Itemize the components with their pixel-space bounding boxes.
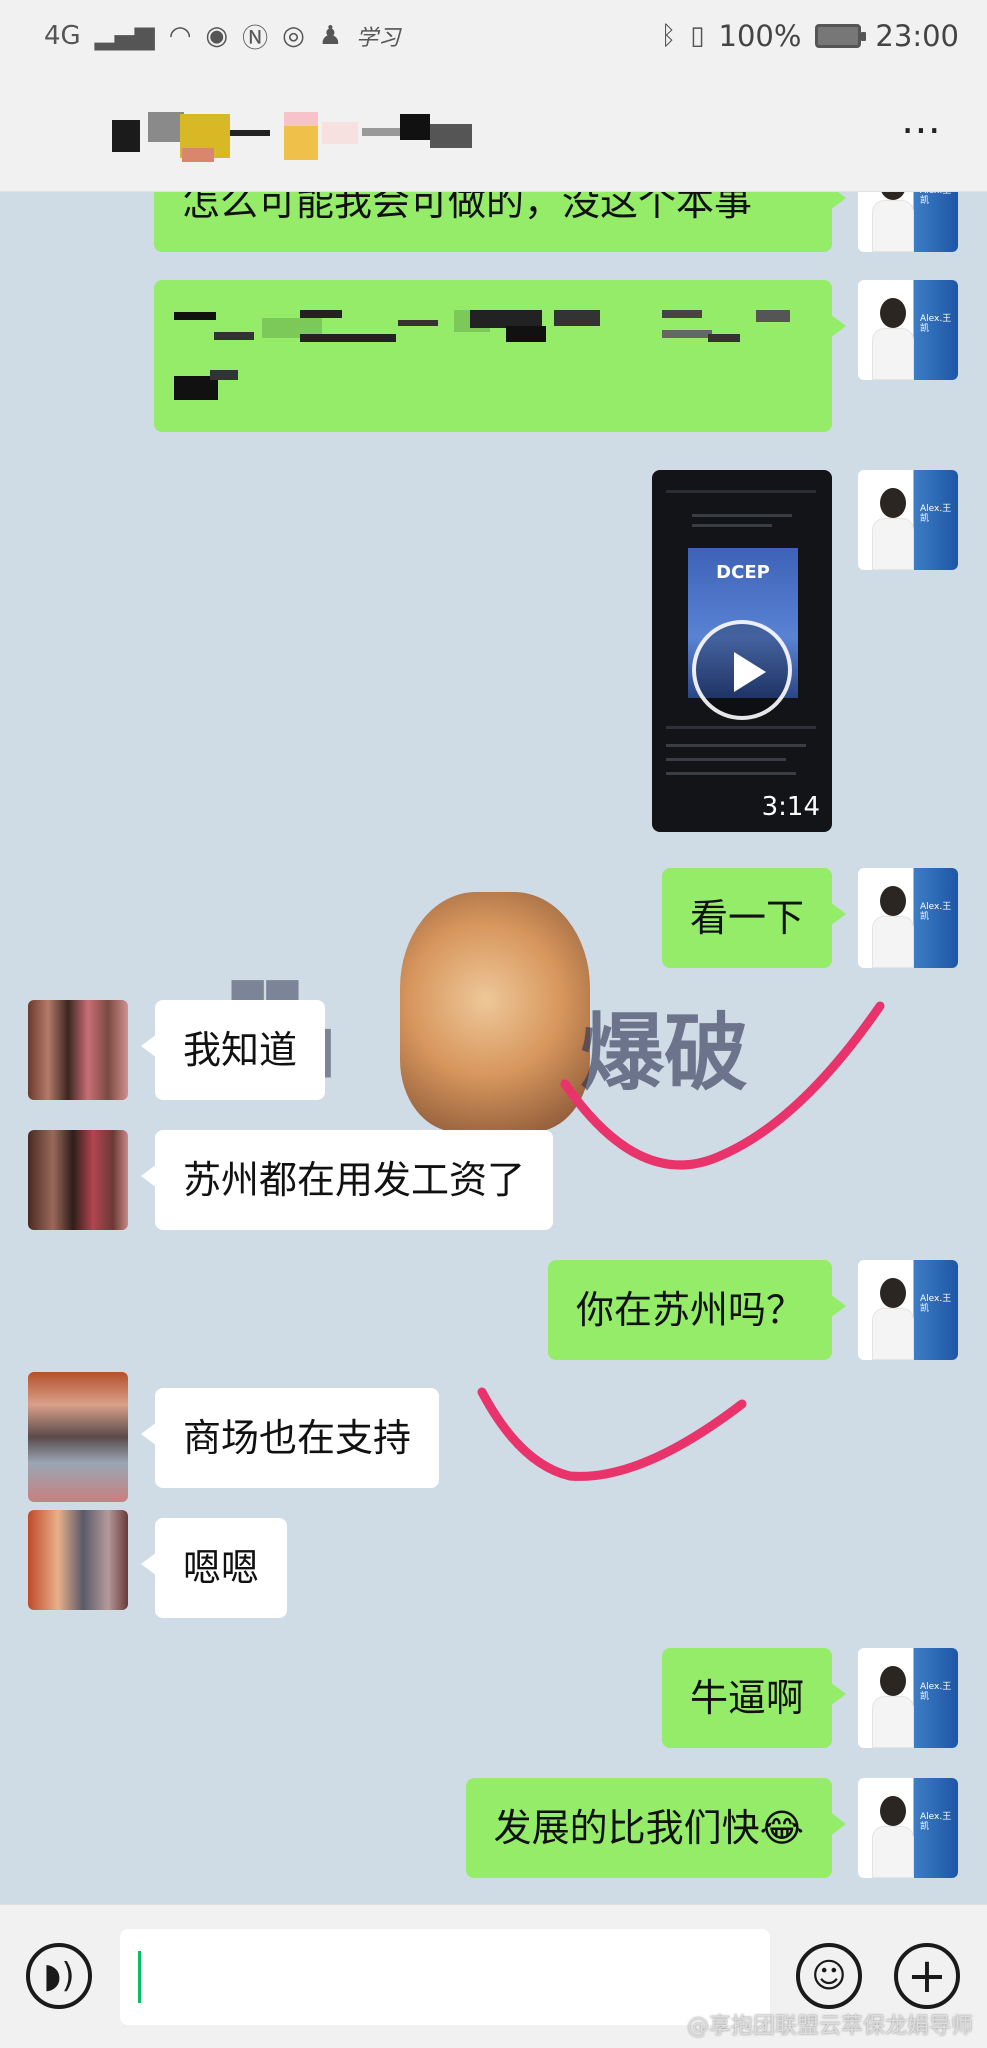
clock: 23:00 xyxy=(875,19,959,53)
more-options-icon[interactable]: ⋯ xyxy=(901,110,943,150)
eye-icon: ◉ xyxy=(205,21,229,51)
nfc-icon: Ⓝ xyxy=(242,23,269,54)
status-right: ᛒ ▯ 100% 23:00 xyxy=(661,19,959,53)
chat-history[interactable]: 怎么可能我会可做的，没这个本事 Alex.王凯 Alex.王凯 DCEP xyxy=(0,192,987,1904)
signal-icon: ▂▄▆ xyxy=(94,21,155,51)
emoji-icon[interactable]: ☺ xyxy=(796,1943,862,2009)
qq-icon: ♟ xyxy=(318,21,343,51)
message-input[interactable] xyxy=(120,1929,770,2025)
wifi-icon: ◠ xyxy=(168,21,192,51)
battery-percent: 100% xyxy=(718,19,802,53)
annotation-strokes xyxy=(477,1001,885,1481)
annotation-stroke-1 xyxy=(560,1001,885,1170)
network-label: 4G xyxy=(44,21,81,51)
chat-header: ⋯ xyxy=(0,72,987,192)
status-bar: 4G ▂▄▆ ◠ ◉ Ⓝ ◎ ♟ 学习 ᛒ ▯ 100% 23:00 xyxy=(0,0,987,72)
extra-label: 学习 xyxy=(356,26,401,51)
voice-icon[interactable]: ◗) xyxy=(26,1943,92,2009)
input-bar: ◗) ☺ + @享抱团联盟云萃保龙娟导师 xyxy=(0,1904,987,2048)
weibo-credit: @享抱团联盟云萃保龙娟导师 xyxy=(686,2014,973,2039)
plus-icon[interactable]: + xyxy=(894,1943,960,2009)
browser-icon: ◎ xyxy=(282,21,305,51)
input-caret xyxy=(138,1951,141,2003)
status-left: 4G ▂▄▆ ◠ ◉ Ⓝ ◎ ♟ 学习 xyxy=(44,18,400,55)
battery-icon xyxy=(815,24,867,48)
vibrate-icon: ▯ xyxy=(690,21,705,51)
chat-title-redacted xyxy=(112,112,472,162)
bluetooth-icon: ᛒ xyxy=(660,21,677,51)
annotation-stroke-2 xyxy=(477,1387,747,1481)
